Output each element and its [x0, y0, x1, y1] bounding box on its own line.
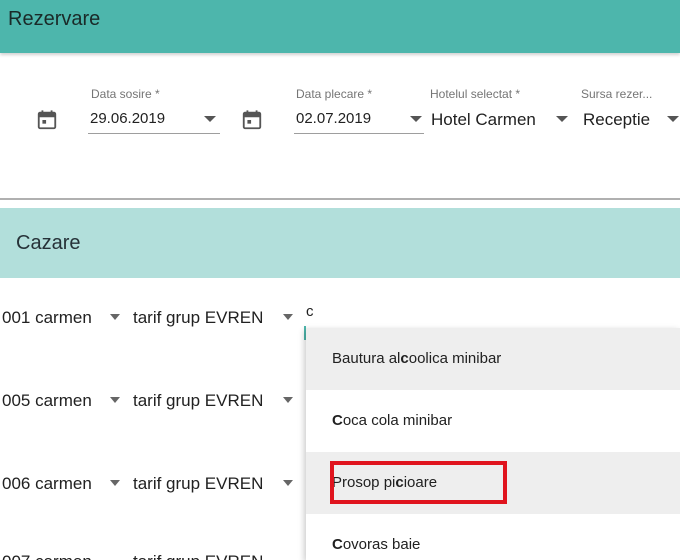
extras-search-input[interactable]	[304, 296, 680, 326]
departure-date-value[interactable]: 02.07.2019	[296, 110, 371, 127]
chevron-down-icon[interactable]	[283, 314, 293, 320]
chevron-down-icon[interactable]	[283, 480, 293, 486]
reservation-form	[0, 62, 680, 200]
chevron-down-icon[interactable]	[110, 480, 120, 486]
dropdown-option[interactable]: Covoras baie	[306, 514, 680, 560]
chevron-down-icon[interactable]	[204, 116, 216, 122]
chevron-down-icon[interactable]	[556, 116, 568, 122]
room-select[interactable]: 001 carmen	[2, 308, 92, 328]
option-text: oolica minibar	[408, 350, 502, 367]
arrival-date-value[interactable]: 29.06.2019	[90, 110, 165, 127]
tariff-select[interactable]: tarif grup EVREN	[133, 552, 263, 560]
room-select[interactable]: 007 carmen	[2, 552, 92, 560]
option-text: oca cola minibar	[342, 412, 453, 429]
option-match: c	[400, 350, 409, 367]
source-label: Sursa rezer...	[581, 87, 653, 101]
arrival-date-underline	[88, 133, 220, 134]
room-select[interactable]: 006 carmen	[2, 474, 92, 494]
tariff-select[interactable]: tarif grup EVREN	[133, 474, 263, 494]
arrival-date-label: Data sosire *	[91, 87, 160, 101]
page-title: Rezervare	[8, 8, 101, 30]
option-text: ovoras baie	[342, 536, 421, 553]
chevron-down-icon[interactable]	[410, 116, 422, 122]
tariff-select[interactable]: tarif grup EVREN	[133, 308, 263, 328]
tariff-select[interactable]: tarif grup EVREN	[133, 391, 263, 411]
option-match: C	[332, 536, 343, 553]
departure-date-underline	[294, 133, 424, 134]
chevron-down-icon[interactable]	[110, 397, 120, 403]
calendar-icon[interactable]	[36, 109, 58, 131]
dropdown-option[interactable]: Bautura alcoolica minibar	[306, 328, 680, 390]
source-value[interactable]: Receptie	[583, 110, 650, 130]
hotel-value[interactable]: Hotel Carmen	[431, 110, 536, 130]
option-text: Bautura al	[332, 350, 401, 367]
highlight-box	[330, 461, 507, 504]
calendar-icon[interactable]	[241, 109, 263, 131]
chevron-down-icon[interactable]	[667, 116, 679, 122]
section-header	[0, 208, 680, 278]
header-bar: Rezervare	[0, 0, 680, 53]
hotel-label: Hotelul selectat *	[430, 87, 521, 101]
room-select[interactable]: 005 carmen	[2, 391, 92, 411]
section-title: Cazare	[16, 232, 81, 254]
option-match: C	[332, 412, 343, 429]
departure-date-label: Data plecare *	[296, 87, 373, 101]
chevron-down-icon[interactable]	[110, 314, 120, 320]
dropdown-option[interactable]: Coca cola minibar	[306, 390, 680, 452]
autocomplete-dropdown: Bautura alcoolica minibar Coca cola mini…	[306, 328, 680, 560]
chevron-down-icon[interactable]	[283, 397, 293, 403]
